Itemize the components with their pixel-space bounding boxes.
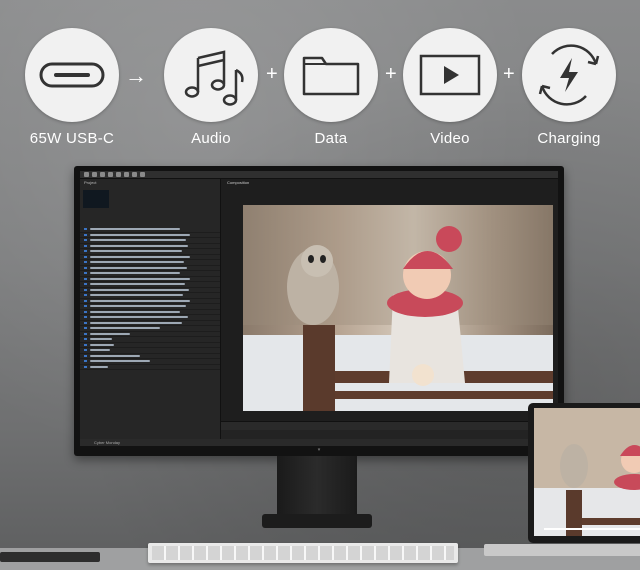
music-notes-icon	[184, 50, 244, 106]
plus-operator: +	[266, 63, 278, 85]
charging-bolt-icon	[538, 44, 600, 106]
monitor-brand-mark: ▾	[317, 447, 321, 453]
plus-operator: +	[385, 63, 397, 85]
footage-thumbnail	[83, 190, 109, 208]
feature-label: Video	[430, 130, 470, 147]
plus-operator: +	[503, 63, 515, 85]
laptop-base	[484, 544, 640, 556]
feature-usb-c: 65W USB-C	[24, 28, 120, 147]
list-item[interactable]	[80, 365, 220, 370]
feature-circle	[25, 28, 119, 122]
home-icon[interactable]	[84, 172, 89, 177]
tab-render[interactable]: Cyber Monday	[94, 440, 120, 445]
desk-object	[0, 552, 100, 562]
feature-charging: Charging	[521, 28, 617, 147]
file-list	[80, 227, 220, 370]
viewer-controls-bar	[221, 421, 558, 430]
usb-c-port-icon	[39, 62, 105, 88]
keyboard	[148, 543, 458, 563]
feature-label: Data	[314, 130, 348, 147]
rotate-tool-icon[interactable]	[116, 172, 121, 177]
project-panel-tab[interactable]: Project	[84, 180, 96, 185]
pen-tool-icon[interactable]	[124, 172, 129, 177]
composition-preview-image	[243, 205, 553, 411]
monitor-screen: Project Composition Cyber Monday	[80, 171, 558, 446]
play-icon	[419, 54, 481, 96]
folder-icon	[302, 56, 360, 96]
app-toolbar	[80, 171, 558, 179]
composition-panel-tab[interactable]: Composition	[227, 180, 249, 185]
hand-tool-icon[interactable]	[100, 172, 105, 177]
laptop	[528, 403, 640, 543]
select-tool-icon[interactable]	[92, 172, 97, 177]
feature-audio: Audio	[163, 28, 259, 147]
laptop-screen	[534, 408, 640, 536]
feature-label: Charging	[537, 130, 601, 147]
composition-panel: Composition	[221, 179, 558, 429]
laptop-photo	[534, 444, 640, 536]
monitor-stand	[277, 456, 357, 520]
owl-and-child-photo	[243, 205, 553, 411]
feature-circle	[403, 28, 497, 122]
arrow-operator: →	[125, 63, 147, 88]
monitor: Project Composition Cyber Monday ▾	[74, 166, 564, 456]
feature-label: 65W USB-C	[29, 130, 115, 147]
timeline-tabs: Cyber Monday	[80, 439, 558, 446]
feature-label: Audio	[191, 130, 231, 147]
feature-video: Video	[402, 28, 498, 147]
text-tool-icon[interactable]	[132, 172, 137, 177]
brush-tool-icon[interactable]	[140, 172, 145, 177]
keyboard-keys	[152, 546, 454, 560]
monitor-stand-base	[262, 514, 372, 528]
zoom-tool-icon[interactable]	[108, 172, 113, 177]
project-panel: Project	[80, 179, 221, 439]
feature-circle	[522, 28, 616, 122]
feature-circle	[284, 28, 378, 122]
feature-circle	[164, 28, 258, 122]
feature-data: Data	[283, 28, 379, 147]
